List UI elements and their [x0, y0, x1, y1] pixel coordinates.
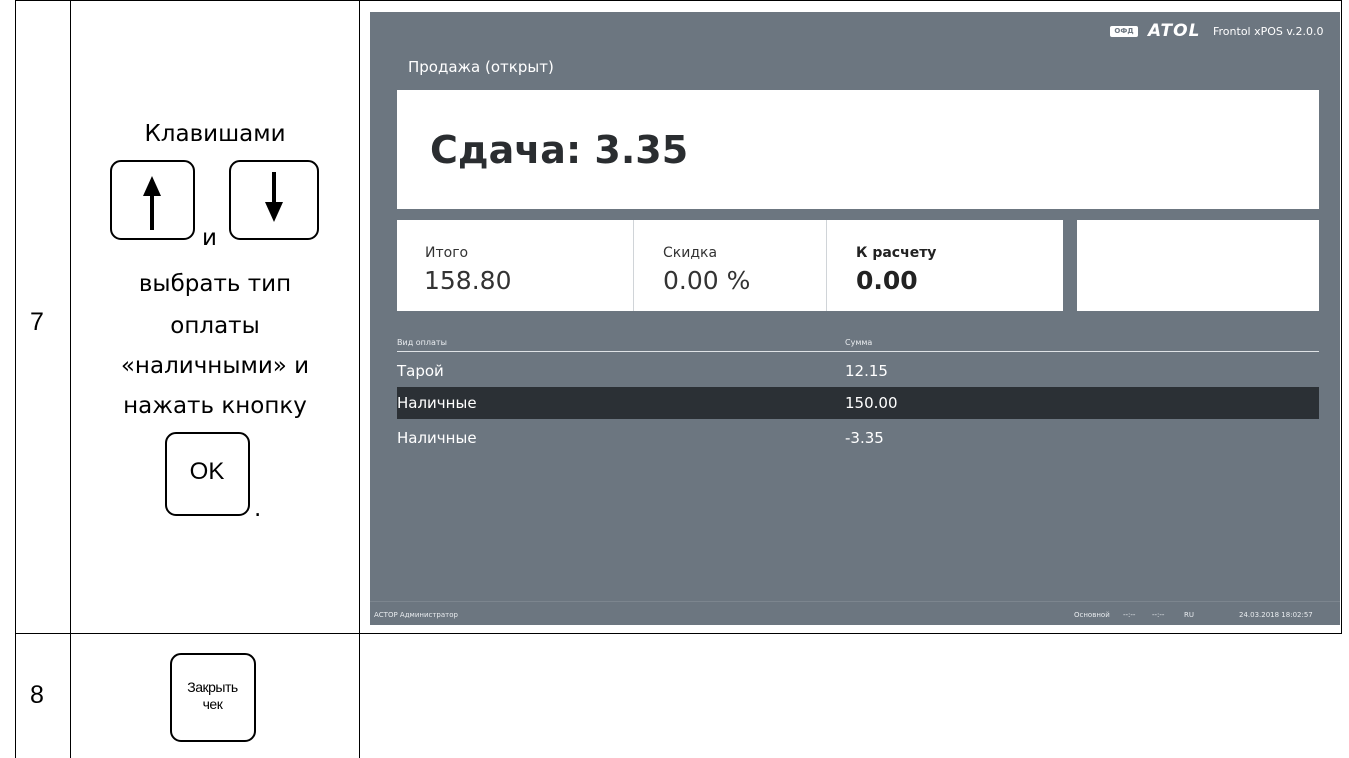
ok-key: OK — [165, 432, 250, 516]
ofd-badge: ОФД — [1110, 26, 1138, 37]
down-arrow-key — [229, 160, 319, 240]
close-receipt-key-label: Закрыть чек — [172, 679, 253, 713]
status-field-2: --:-- — [1152, 611, 1165, 619]
status-user: АСТОР Администратор — [374, 611, 458, 619]
ofd-badge-label: ОФД — [1114, 27, 1134, 35]
instruction-period: . — [254, 496, 262, 522]
arrow-down-icon — [265, 172, 283, 222]
to-pay-value: 0.00 — [856, 266, 918, 295]
instruction-line: Клавишами — [144, 121, 286, 147]
payment-row-selected[interactable]: Наличные 150.00 — [397, 387, 1319, 419]
instruction-line: нажать кнопку — [123, 393, 307, 419]
key-label-line: Закрыть — [187, 679, 238, 695]
row-number: 8 — [30, 681, 44, 709]
status-field-1: --:-- — [1123, 611, 1136, 619]
payments-header-sum: Сумма — [845, 338, 873, 347]
totals-divider-2 — [826, 220, 827, 311]
table-top-border — [15, 0, 1342, 1]
payment-type: Наличные — [397, 394, 477, 412]
payment-sum: 12.15 — [845, 362, 888, 380]
totals-divider-1 — [633, 220, 634, 311]
change-panel: Сдача: 3.35 — [397, 90, 1319, 209]
payment-type: Наличные — [397, 429, 477, 447]
pos-screen: ОФД ATOL Frontol xPOS v.2.0.0 Продажа (о… — [370, 12, 1340, 625]
payment-row[interactable]: Тарой 12.15 — [397, 355, 1319, 387]
to-pay-label: К расчету — [856, 245, 937, 261]
payments-header-line — [397, 351, 1319, 352]
change-text: Сдача: 3.35 — [430, 128, 689, 172]
instruction-line: оплаты — [170, 313, 260, 339]
total-label: Итого — [425, 245, 469, 261]
instruction-line: «наличными» и — [120, 353, 310, 379]
up-arrow-key — [110, 160, 195, 240]
status-datetime: 24.03.2018 18:02:57 — [1239, 611, 1313, 619]
status-bar-line — [370, 601, 1340, 602]
status-lang: RU — [1184, 611, 1194, 619]
instruction-line: выбрать тип — [138, 271, 292, 297]
payment-type: Тарой — [397, 362, 444, 380]
discount-value: 0.00 % — [663, 266, 751, 295]
key-label-line: чек — [202, 696, 223, 712]
table-left-border — [15, 0, 16, 758]
atol-logo: ATOL — [1148, 21, 1201, 41]
mode-title: Продажа (открыт) — [408, 58, 554, 76]
payment-sum: 150.00 — [845, 394, 898, 412]
table-row-divider — [15, 633, 1342, 634]
payment-row[interactable]: Наличные -3.35 — [397, 422, 1319, 454]
row-number: 7 — [30, 308, 44, 336]
app-version: Frontol xPOS v.2.0.0 — [1213, 25, 1324, 38]
instruction-and: и — [202, 225, 217, 251]
status-profile: Основной — [1074, 611, 1110, 619]
table-right-border — [1341, 0, 1342, 634]
total-value: 158.80 — [424, 266, 512, 295]
close-receipt-key: Закрыть чек — [170, 653, 256, 742]
payment-sum: -3.35 — [845, 429, 884, 447]
empty-panel — [1077, 220, 1319, 311]
payments-header-type: Вид оплаты — [397, 338, 447, 347]
arrow-up-icon — [143, 176, 161, 230]
discount-label: Скидка — [663, 245, 718, 261]
ok-key-label: OK — [189, 458, 225, 485]
totals-panel: Итого 158.80 Скидка 0.00 % К расчету 0.0… — [397, 220, 1063, 311]
